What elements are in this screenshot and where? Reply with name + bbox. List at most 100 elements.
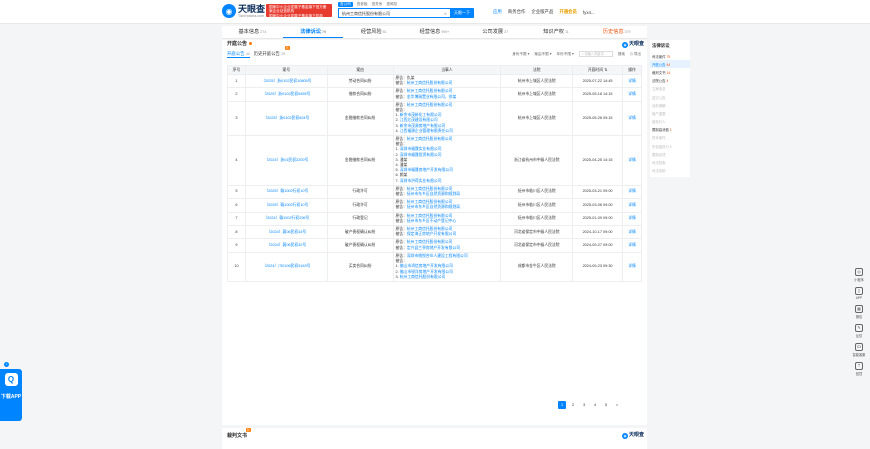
tab-operation[interactable]: 经营信息999+ — [404, 26, 465, 38]
filter-cause[interactable]: 案由不限 ▾ — [534, 52, 551, 57]
detail-link[interactable]: 详情 — [628, 264, 636, 268]
party-link[interactable]: 新余市茂新化工有限公司 — [400, 113, 442, 117]
party-link[interactable]: 杭州工商信托股份有限公司 — [407, 227, 453, 231]
nav-vip[interactable]: 开通会员 — [559, 9, 577, 15]
tool-app[interactable]: ▯ APP — [855, 287, 863, 300]
party-link[interactable]: 新余市茂源房地产有限公司 — [400, 124, 446, 128]
nav-user[interactable]: fyx4... — [583, 10, 595, 15]
next-page-button[interactable]: > — [613, 401, 621, 409]
tab-risk[interactable]: 经营风险81 — [343, 26, 404, 38]
table-search-button[interactable]: 搜索 — [618, 52, 625, 57]
party-link[interactable]: 佛山市锐洋房地产开发有限公司 — [400, 270, 453, 274]
subtab-history-hearings[interactable]: 历史开庭公告 29 — [254, 51, 285, 58]
sidebar-item[interactable]: 司法案件 79 — [650, 52, 690, 60]
page-5[interactable]: 5 — [602, 401, 610, 409]
nav-apps[interactable]: 应用 — [493, 9, 502, 15]
case-no-link[interactable]: （2025）赣1002行初10号 — [264, 203, 308, 207]
detail-link[interactable]: 详情 — [628, 203, 636, 207]
sidebar-item[interactable]: 司法拍卖 — [650, 158, 690, 166]
sidebar-item[interactable]: 送达公告 — [650, 93, 690, 101]
detail-link[interactable]: 详情 — [628, 216, 636, 220]
sidebar-item[interactable]: 限制高消费 1 — [650, 126, 690, 134]
search-tab-relation[interactable]: 查关系 — [372, 2, 383, 7]
sidebar-item[interactable]: 诉前调解 — [650, 101, 690, 109]
party-link[interactable]: 杭州工商信托股份有限公司 — [407, 240, 453, 244]
sidebar-item[interactable]: 终本案件 — [650, 134, 690, 142]
promo-banner[interactable]: 国家中小企业发展子基金旗下官方备案企业征信机构 国家中小企业发展子基金旗下机构 — [266, 4, 332, 18]
filter-identity[interactable]: 身份不限 ▾ — [512, 52, 529, 57]
party-link[interactable]: 佛山市鸿信房地产开发有限公司 — [400, 264, 453, 268]
party-link[interactable]: 杭州工商信托股份有限公司 — [400, 275, 446, 279]
party-link[interactable]: 抚州市东乡区不动产登记中心 — [407, 219, 456, 223]
party-link[interactable]: 深圳市福晟投资有限公司 — [400, 153, 442, 157]
party-link[interactable]: 杭州工商信托股份有限公司 — [407, 89, 453, 93]
detail-link[interactable]: 详情 — [628, 189, 636, 193]
party-link[interactable]: 深圳市福晟实业有限公司 — [400, 147, 442, 151]
party-link[interactable]: 江西红茂建设有限公司 — [400, 118, 438, 122]
tool-miniprogram[interactable]: ◎ 小程序 — [854, 268, 864, 282]
party-link[interactable]: 定兴县兰亭房地产开发有限公司 — [407, 246, 460, 250]
tab-basic-info[interactable]: 基本信息274 — [222, 26, 283, 38]
sidebar-item[interactable]: 裁判文书 14 — [650, 68, 690, 76]
party-link[interactable]: 保定海正房地产开发有限公司 — [407, 232, 456, 236]
party-link[interactable]: 金华博瑞置业有限公司，徐某 — [407, 95, 456, 99]
case-no-link[interactable]: （2024）冀06民初42号 — [266, 243, 306, 247]
close-icon[interactable]: × — [4, 362, 9, 367]
nav-enterprise[interactable]: 企业版产品 — [531, 9, 553, 15]
search-tab-company[interactable]: 查公司 — [338, 2, 353, 7]
case-no-link[interactable]: （2025）浙0102民初5455号 — [262, 92, 310, 96]
tab-legal[interactable]: 法律诉讼79 — [282, 26, 344, 38]
page-4[interactable]: 4 — [591, 401, 599, 409]
case-no-link[interactable]: （2025）浙0102民初824号 — [263, 116, 309, 120]
sidebar-item[interactable]: 被执行人 — [650, 118, 690, 126]
table-search-input[interactable]: ⌕ 请输入关键词 — [578, 51, 613, 57]
subtab-hearings[interactable]: 开庭公告 44 — [227, 51, 250, 58]
party-link[interactable]: 深圳市洪荷实业有限公司 — [400, 179, 442, 183]
export-button[interactable]: ⎙ 导出 — [630, 52, 641, 57]
search-tab-boss[interactable]: 查老板 — [357, 2, 368, 7]
detail-link[interactable]: 详情 — [628, 230, 636, 234]
detail-link[interactable]: 详情 — [628, 158, 636, 162]
case-no-link[interactable]: （2024）川0106民初9163号 — [262, 264, 310, 268]
sidebar-item[interactable]: 司法协助 — [650, 167, 690, 175]
party-link[interactable]: 杭州工商信托股份有限公司 — [407, 103, 453, 107]
detail-link[interactable]: 详情 — [628, 79, 636, 83]
sidebar-item[interactable]: 破产重整 — [650, 109, 690, 117]
page-2[interactable]: 2 — [569, 401, 577, 409]
case-no-link[interactable]: （2024）冀06民初43号 — [266, 230, 306, 234]
detail-link[interactable]: 详情 — [628, 92, 636, 96]
tab-ip[interactable]: 知识产权11 — [526, 26, 587, 38]
tool-service[interactable]: ☊ 智能客服 — [853, 343, 865, 357]
sidebar-item[interactable]: 立案信息 — [650, 85, 690, 93]
tool-wechat[interactable]: ▦ 微信 — [855, 305, 863, 319]
tab-history[interactable]: 历史信息379 — [586, 26, 647, 38]
nav-business[interactable]: 商务合作 — [508, 9, 526, 15]
party-link[interactable]: 杭州工商信托股份有限公司 — [407, 200, 453, 204]
clear-icon[interactable]: ⊗ — [444, 11, 447, 16]
party-link[interactable]: 深圳市桃悦合伙人建设工程有限公司 — [407, 254, 468, 258]
case-no-link[interactable]: （2025）浙0102民初10805号 — [261, 79, 311, 83]
page-3[interactable]: 3 — [580, 401, 588, 409]
party-link[interactable]: 抚州市东乡区自然资源和规划局 — [407, 205, 460, 209]
party-link[interactable]: 杭州工商信托股份有限公司 — [407, 81, 453, 85]
sidebar-item[interactable]: 限制出境 — [650, 150, 690, 158]
party-link[interactable]: 深圳市福晟房地产开发有限公司 — [400, 168, 453, 172]
party-link[interactable]: 江西福源企业管理有限责任公司 — [400, 129, 453, 133]
sidebar-item[interactable]: 开庭公告 44 — [650, 60, 690, 69]
tab-development[interactable]: 公司发展37 — [465, 26, 526, 38]
detail-link[interactable]: 详情 — [628, 243, 636, 247]
site-logo[interactable]: ◉ 天眼查 TianYancha.com — [222, 4, 265, 18]
party-link[interactable]: 杭州工商信托股份有限公司 — [407, 187, 453, 191]
search-tab-risk[interactable]: 查风险 — [386, 2, 397, 7]
case-no-link[interactable]: （2025）赣1002行初10号 — [264, 189, 308, 193]
case-no-link[interactable]: （2024）赣1002行初206号 — [263, 216, 309, 220]
party-link[interactable]: 抚州市东乡区自然资源和规划局 — [407, 192, 460, 196]
tool-feedback[interactable]: ✎ 反馈 — [855, 324, 863, 338]
search-button[interactable]: 天眼一下 — [450, 8, 474, 18]
search-input[interactable]: 杭州工商信托股份有限公司 ⊗ — [338, 8, 450, 18]
party-link[interactable]: 杭州工商信托股份有限公司 — [407, 214, 453, 218]
party-link[interactable]: 杭州工商信托股份有限公司 — [407, 137, 453, 141]
case-no-link[interactable]: （2024）浙01民初2200号 — [264, 158, 308, 162]
col-header-time[interactable]: 开庭时间 ⇅ — [572, 65, 623, 75]
download-app-float[interactable]: × Q 下载APP — [0, 362, 22, 421]
